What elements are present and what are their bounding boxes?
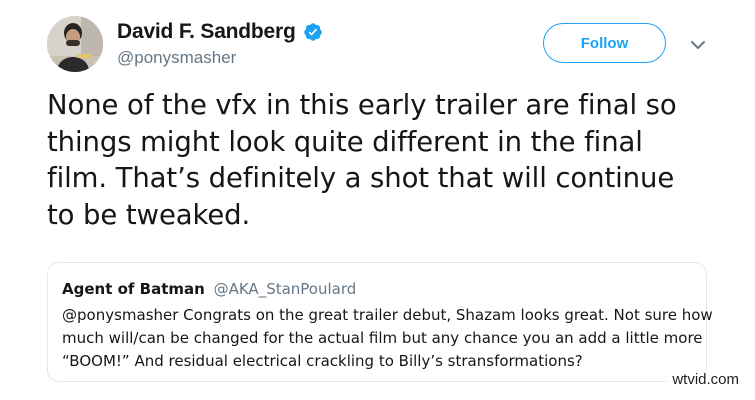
quoted-text-line: “BOOM!” And residual electrical cracklin… xyxy=(62,352,583,370)
verified-badge-icon xyxy=(303,22,323,42)
quoted-tweet-header: Agent of Batman @AKA_StanPoulard xyxy=(62,280,356,298)
quoted-author-handle: @AKA_StanPoulard xyxy=(213,280,357,298)
author-handle[interactable]: @ponysmasher xyxy=(117,48,236,68)
tweet-text-line: things might look quite different in the… xyxy=(47,125,643,158)
author-name-row[interactable]: David F. Sandberg xyxy=(117,20,323,44)
tweet-text: None of the vfx in this early trailer ar… xyxy=(47,87,717,233)
tweet-text-line: None of the vfx in this early trailer ar… xyxy=(47,89,677,121)
avatar-image xyxy=(47,16,103,72)
quoted-tweet-card[interactable]: Agent of Batman @AKA_StanPoulard @ponysm… xyxy=(47,262,713,382)
tweet-text-line: to be tweaked. xyxy=(47,198,251,231)
author-name[interactable]: David F. Sandberg xyxy=(117,20,296,44)
quoted-tweet-text: @ponysmasher Congrats on the great trail… xyxy=(62,304,713,373)
quoted-text-line: @ponysmasher Congrats on the great trail… xyxy=(62,306,713,324)
quoted-text-line: much will/can be changed for the actual … xyxy=(62,329,703,347)
chevron-down-icon[interactable] xyxy=(690,36,706,49)
follow-button[interactable]: Follow xyxy=(543,23,666,63)
tweet-text-line: film. That’s definitely a shot that will… xyxy=(47,162,675,194)
watermark: wtvid.com xyxy=(666,369,745,390)
avatar[interactable] xyxy=(47,16,103,72)
quoted-author-name: Agent of Batman xyxy=(62,280,205,298)
